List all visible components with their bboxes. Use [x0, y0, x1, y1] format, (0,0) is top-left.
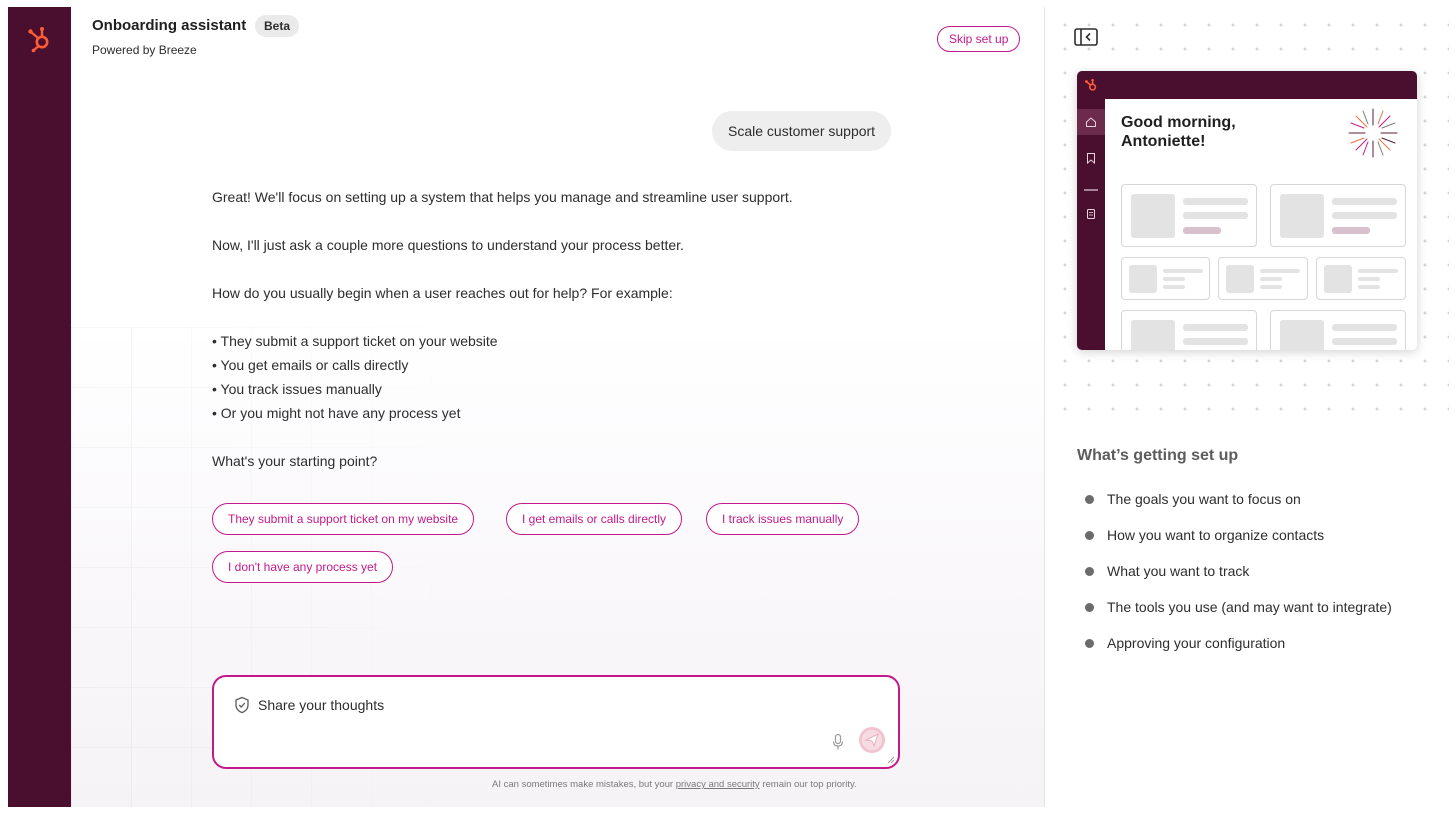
reply-chip-support-ticket[interactable]: They submit a support ticket on my websi… — [212, 503, 475, 535]
skip-setup-button[interactable]: Skip set up — [937, 26, 1021, 52]
setup-item-label: How you want to organize contacts — [1107, 527, 1325, 543]
composer-input[interactable]: Share your thoughts — [258, 697, 384, 713]
bullet-dot-icon — [1085, 603, 1094, 612]
bullet-dot-icon — [1085, 567, 1094, 576]
list-item: The tools you use (and may want to integ… — [1085, 597, 1392, 633]
preview-greeting: Good morning, Antoniette! — [1121, 114, 1236, 150]
preview-card — [1121, 184, 1257, 247]
bookmark-icon — [1077, 145, 1105, 171]
left-rail — [8, 7, 71, 807]
setup-heading: What’s getting set up — [1077, 447, 1239, 464]
disclaimer-text: remain our top priority. — [759, 779, 857, 790]
bullet-dot-icon — [1085, 531, 1094, 540]
home-icon — [1077, 109, 1105, 135]
assistant-paragraph: Great! We'll focus on setting up a syste… — [212, 189, 793, 205]
setup-item-label: What you want to track — [1107, 563, 1250, 579]
preview-card — [1121, 310, 1257, 350]
preview-card — [1218, 257, 1308, 300]
beta-badge: Beta — [255, 15, 300, 37]
document-icon — [1077, 201, 1105, 227]
preview-card — [1270, 310, 1406, 350]
list-item: They submit a support ticket on your web… — [212, 331, 498, 355]
disclaimer-text: AI can sometimes make mistakes, but your — [492, 779, 676, 790]
powered-by-label: Powered by Breeze — [92, 43, 197, 57]
preview-card — [1316, 257, 1406, 300]
list-item: How you want to organize contacts — [1085, 525, 1392, 561]
user-message-bubble: Scale customer support — [712, 111, 892, 151]
preview-topbar — [1077, 71, 1417, 99]
reply-chip-emails-calls[interactable]: I get emails or calls directly — [506, 503, 683, 535]
ai-disclaimer: AI can sometimes make mistakes, but your… — [492, 779, 857, 790]
list-item: You get emails or calls directly — [212, 355, 498, 379]
shield-check-icon — [235, 696, 249, 714]
setup-side-panel: Good morning, Antoniette! What’s getting… — [1044, 7, 1449, 807]
privacy-security-link[interactable]: privacy and security — [676, 779, 760, 790]
bullet-dot-icon — [1085, 495, 1094, 504]
divider-icon — [1077, 177, 1105, 203]
portal-preview: Good morning, Antoniette! — [1077, 71, 1417, 350]
setup-item-label: Approving your configuration — [1107, 635, 1286, 651]
resize-handle-icon[interactable] — [887, 756, 895, 764]
message-composer[interactable]: Share your thoughts — [212, 675, 900, 769]
assistant-bullet-list: They submit a support ticket on your web… — [212, 331, 498, 427]
bullet-dot-icon — [1085, 639, 1094, 648]
sparkle-burst-icon — [1348, 108, 1398, 158]
list-item: Or you might not have any process yet — [212, 403, 498, 427]
list-item: What you want to track — [1085, 561, 1392, 597]
setup-item-label: The goals you want to focus on — [1107, 491, 1301, 507]
hubspot-logo-icon — [1085, 78, 1097, 91]
chat-panel: Onboarding assistant Beta Powered by Bre… — [71, 7, 1044, 807]
page-title: Onboarding assistant — [92, 17, 247, 34]
list-item: Approving your configuration — [1085, 633, 1392, 669]
collapse-panel-icon[interactable] — [1073, 27, 1099, 47]
preview-card — [1270, 184, 1406, 247]
list-item: The goals you want to focus on — [1085, 489, 1392, 525]
setup-item-label: The tools you use (and may want to integ… — [1107, 599, 1392, 615]
microphone-icon[interactable] — [831, 733, 845, 751]
list-item: You track issues manually — [212, 379, 498, 403]
hubspot-logo-icon[interactable] — [27, 25, 53, 53]
assistant-paragraph: Now, I'll just ask a couple more questio… — [212, 237, 684, 253]
send-button[interactable] — [859, 727, 885, 753]
reply-chip-track-manually[interactable]: I track issues manually — [706, 503, 860, 535]
preview-nav — [1077, 99, 1105, 350]
reply-chip-no-process[interactable]: I don't have any process yet — [212, 551, 394, 583]
preview-card — [1121, 257, 1210, 300]
setup-checklist: The goals you want to focus on How you w… — [1085, 489, 1392, 669]
assistant-paragraph: How do you usually begin when a user rea… — [212, 285, 673, 301]
assistant-question: What's your starting point? — [212, 453, 378, 469]
send-arrow-icon — [864, 733, 879, 748]
